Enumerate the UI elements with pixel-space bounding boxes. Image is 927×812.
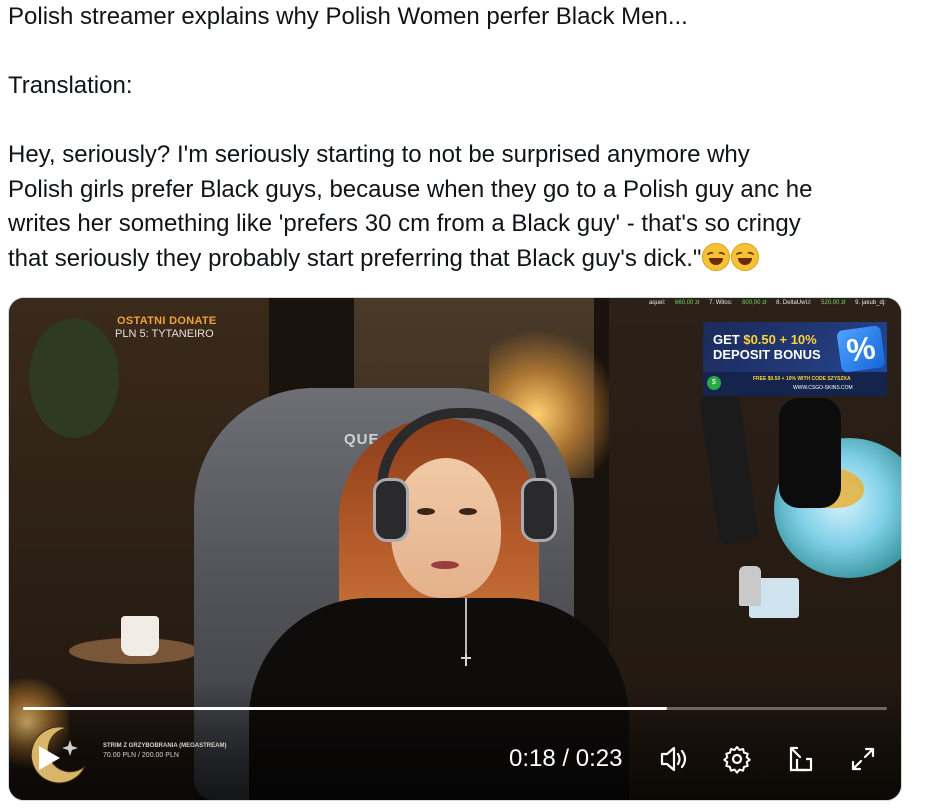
post-body-line: Polish girls prefer Black guys, because …: [8, 175, 813, 203]
microphone: [779, 398, 841, 508]
rolling-laughing-emoji-icon: [731, 242, 760, 271]
ticker-item: aquel: 660,00 zł: [649, 300, 700, 306]
post-translation-label: Translation:: [8, 72, 133, 99]
last-donate-title: OSTATNI DONATE: [117, 315, 217, 327]
post-title: Polish streamer explains why Polish Wome…: [8, 3, 688, 30]
play-button[interactable]: [33, 743, 63, 773]
ad-code-text: FREE $0.50 + 10% WITH CODE SZYSZKA: [753, 376, 851, 382]
volume-button[interactable]: [657, 742, 691, 776]
playback-time: 0:18 / 0:23: [509, 745, 623, 772]
stream-goal-name: STRIM Z GRZYBOBRANIA (MEGASTREAM): [103, 743, 227, 749]
post-body-line: writes her something like 'prefers 30 cm…: [8, 210, 801, 237]
ad-url-text: WWW.CSGO-SKINS.COM: [793, 385, 853, 391]
controls-scrim: [9, 680, 901, 800]
settings-button[interactable]: [720, 742, 754, 776]
headphone-cup: [373, 478, 409, 542]
plant-decoration: [29, 318, 119, 438]
progress-fill: [23, 707, 667, 710]
ticker-item: 9. jakub_dj:: [855, 300, 886, 306]
video-player[interactable]: QUE OSTATNI DONATE PLN 5: TYTANEIRO aque…: [8, 297, 902, 801]
ticker-item: 7. Witos: 600,00 zł: [709, 300, 767, 306]
headphone-cup: [521, 478, 557, 542]
percent-icon: %: [836, 325, 886, 373]
sponsor-logo-icon: $: [707, 376, 721, 390]
post-text: Polish streamer explains why Polish Wome…: [8, 0, 908, 276]
volume-icon: [660, 746, 687, 772]
stream-goal-amount: 70.00 PLN / 200.00 PLN: [103, 752, 179, 759]
sponsor-ad-banner: GET $0.50 + 10% DEPOSIT BONUS % $ FREE $…: [703, 322, 887, 396]
progress-bar[interactable]: [23, 707, 887, 710]
post-body-line: that seriously they probably start prefe…: [8, 244, 702, 272]
cup: [121, 616, 159, 656]
necklace: [465, 598, 467, 658]
post-body-line: Hey, seriously? I'm seriously starting t…: [8, 141, 750, 168]
ticker-item: 8. DeltaUwU: 520,00 zł: [776, 300, 846, 306]
last-donate-value: PLN 5: TYTANEIRO: [115, 328, 214, 340]
rolling-laughing-emoji-icon: [702, 242, 731, 271]
pip-button[interactable]: [784, 742, 818, 776]
donation-ticker: aquel: 660,00 zł 7. Witos: 600,00 zł 8. …: [649, 300, 901, 306]
cross-pendant: [461, 654, 471, 666]
ad-subheadline: DEPOSIT BONUS: [713, 347, 821, 362]
ad-headline: GET $0.50 + 10%: [713, 332, 817, 347]
picture-in-picture-icon: [789, 746, 813, 772]
post-body-last-line: that seriously they probably start prefe…: [8, 242, 908, 277]
streamer-lips: [431, 561, 459, 569]
gear-icon: [723, 746, 751, 774]
trophy: [739, 566, 761, 606]
expand-icon: [851, 747, 875, 771]
fullscreen-button[interactable]: [846, 742, 880, 776]
